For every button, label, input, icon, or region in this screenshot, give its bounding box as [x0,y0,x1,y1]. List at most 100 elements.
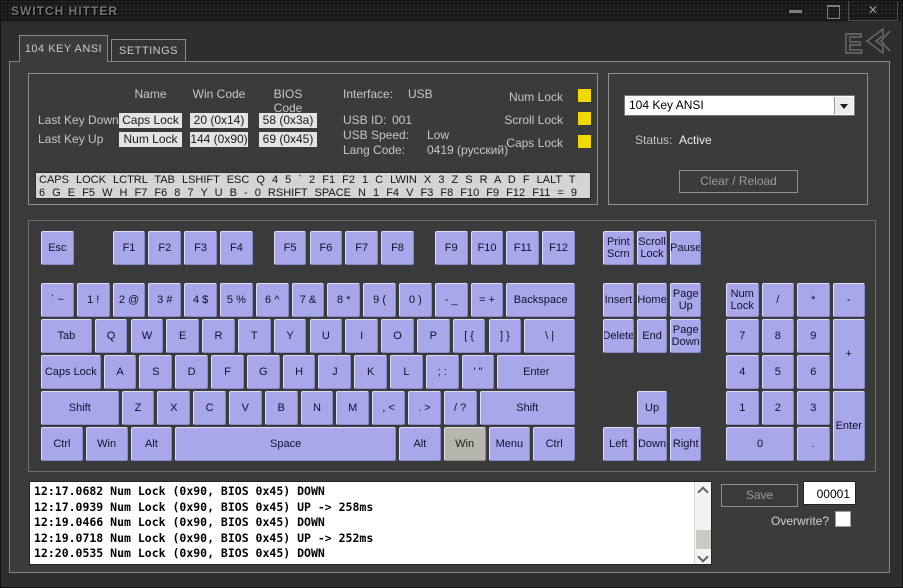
overwrite-checkbox[interactable] [835,511,851,527]
key-u[interactable]: U [309,319,343,353]
key-space[interactable]: Space [175,427,396,461]
key-5[interactable]: 5 % [220,283,253,317]
key-end[interactable]: End [636,319,668,353]
key-a[interactable]: A [103,355,137,389]
key-symbol[interactable]: * [797,283,830,317]
key-alt[interactable]: Alt [399,427,441,461]
key-p[interactable]: P [416,319,450,353]
key-5[interactable]: 5 [761,355,794,389]
key-9[interactable]: 9 [797,319,830,353]
key-insert[interactable]: Insert [603,283,634,317]
key-down[interactable]: Down [636,427,668,461]
key-esc[interactable]: Esc [41,231,74,265]
key-v[interactable]: V [228,391,262,425]
key-0[interactable]: 0 ) [399,283,432,317]
key-7[interactable]: 7 [726,319,759,353]
key-enter[interactable]: Enter [497,355,575,389]
key-page-down[interactable]: Page Down [670,319,702,353]
key-symbol[interactable]: + [832,319,865,389]
key-6[interactable]: 6 ^ [255,283,289,317]
key-symbol[interactable]: \ | [524,319,575,353]
layout-select[interactable]: 104 Key ANSI [624,95,855,116]
tab-settings[interactable]: SETTINGS [111,39,186,61]
key-4[interactable]: 4 $ [184,283,217,317]
save-counter-field[interactable]: 00001 [803,481,856,505]
key-symbol[interactable]: - [832,283,865,317]
key-4[interactable]: 4 [726,355,759,389]
key-f8[interactable]: F8 [381,231,414,265]
key-d[interactable]: D [175,355,209,389]
key-f5[interactable]: F5 [273,231,307,265]
key-symbol[interactable]: ' " [461,355,495,389]
scroll-up-icon[interactable] [697,485,709,498]
key-e[interactable]: E [166,319,200,353]
key-ctrl[interactable]: Ctrl [41,427,83,461]
key-f11[interactable]: F11 [506,231,540,265]
chevron-down-icon[interactable] [834,97,853,114]
key-win[interactable]: Win [85,427,128,461]
key-2[interactable]: 2 [761,391,794,425]
key-f1[interactable]: F1 [112,231,146,265]
key-ctrl[interactable]: Ctrl [533,427,575,461]
key-backspace[interactable]: Backspace [506,283,575,317]
key-scroll-lock[interactable]: Scroll Lock [636,231,668,265]
key-i[interactable]: I [345,319,379,353]
key-8[interactable]: 8 [761,319,794,353]
key-symbol[interactable]: / [761,283,794,317]
key-f10[interactable]: F10 [470,231,504,265]
key-symbol[interactable]: ` ~ [41,283,74,317]
scrollbar-thumb[interactable] [696,530,711,549]
key-l[interactable]: L [390,355,423,389]
key-k[interactable]: K [354,355,388,389]
key-t[interactable]: T [237,319,271,353]
key-symbol[interactable]: [ { [452,319,486,353]
key-right[interactable]: Right [670,427,702,461]
key-print-scrn[interactable]: Print Scrn [603,231,634,265]
key-h[interactable]: H [282,355,316,389]
key-delete[interactable]: Delete [603,319,634,353]
key-b[interactable]: B [264,391,298,425]
key-1[interactable]: 1 [726,391,759,425]
key-3[interactable]: 3 [797,391,830,425]
key-symbol[interactable]: , < [372,391,405,425]
key-pause[interactable]: Pause [670,231,702,265]
key-up[interactable]: Up [636,391,668,425]
key-3[interactable]: 3 # [148,283,182,317]
key-win-untested[interactable]: Win [443,427,486,461]
key-f7[interactable]: F7 [345,231,379,265]
key-z[interactable]: Z [121,391,155,425]
key-tab[interactable]: Tab [41,319,92,353]
key-shift[interactable]: Shift [479,391,575,425]
key-symbol[interactable]: ; : [425,355,459,389]
key-alt[interactable]: Alt [130,427,173,461]
key-j[interactable]: J [318,355,352,389]
key-0[interactable]: 0 [726,427,794,461]
key-symbol[interactable]: ] } [488,319,522,353]
key-9[interactable]: 9 ( [363,283,396,317]
key-o[interactable]: O [381,319,414,353]
key-f[interactable]: F [211,355,244,389]
key-2[interactable]: 2 @ [112,283,146,317]
key-symbol[interactable]: - _ [434,283,468,317]
minimize-icon[interactable] [789,10,802,13]
log-scrollbar[interactable] [694,482,711,564]
key-q[interactable]: Q [94,319,128,353]
key-f12[interactable]: F12 [542,231,575,265]
key-g[interactable]: G [246,355,280,389]
key-s[interactable]: S [139,355,173,389]
close-icon[interactable]: ✕ [848,1,898,21]
key-f4[interactable]: F4 [220,231,253,265]
key-shift[interactable]: Shift [41,391,119,425]
key-menu[interactable]: Menu [488,427,531,461]
key-1[interactable]: 1 ! [76,283,110,317]
key-n[interactable]: N [300,391,334,425]
key-symbol[interactable]: = + [470,283,504,317]
key-f2[interactable]: F2 [148,231,182,265]
key-symbol[interactable]: / ? [443,391,477,425]
key-c[interactable]: C [193,391,226,425]
key-8[interactable]: 8 * [327,283,361,317]
key-f6[interactable]: F6 [309,231,343,265]
key-6[interactable]: 6 [797,355,830,389]
tab-104-key-ansi[interactable]: 104 KEY ANSI [19,35,108,62]
key-f3[interactable]: F3 [184,231,217,265]
